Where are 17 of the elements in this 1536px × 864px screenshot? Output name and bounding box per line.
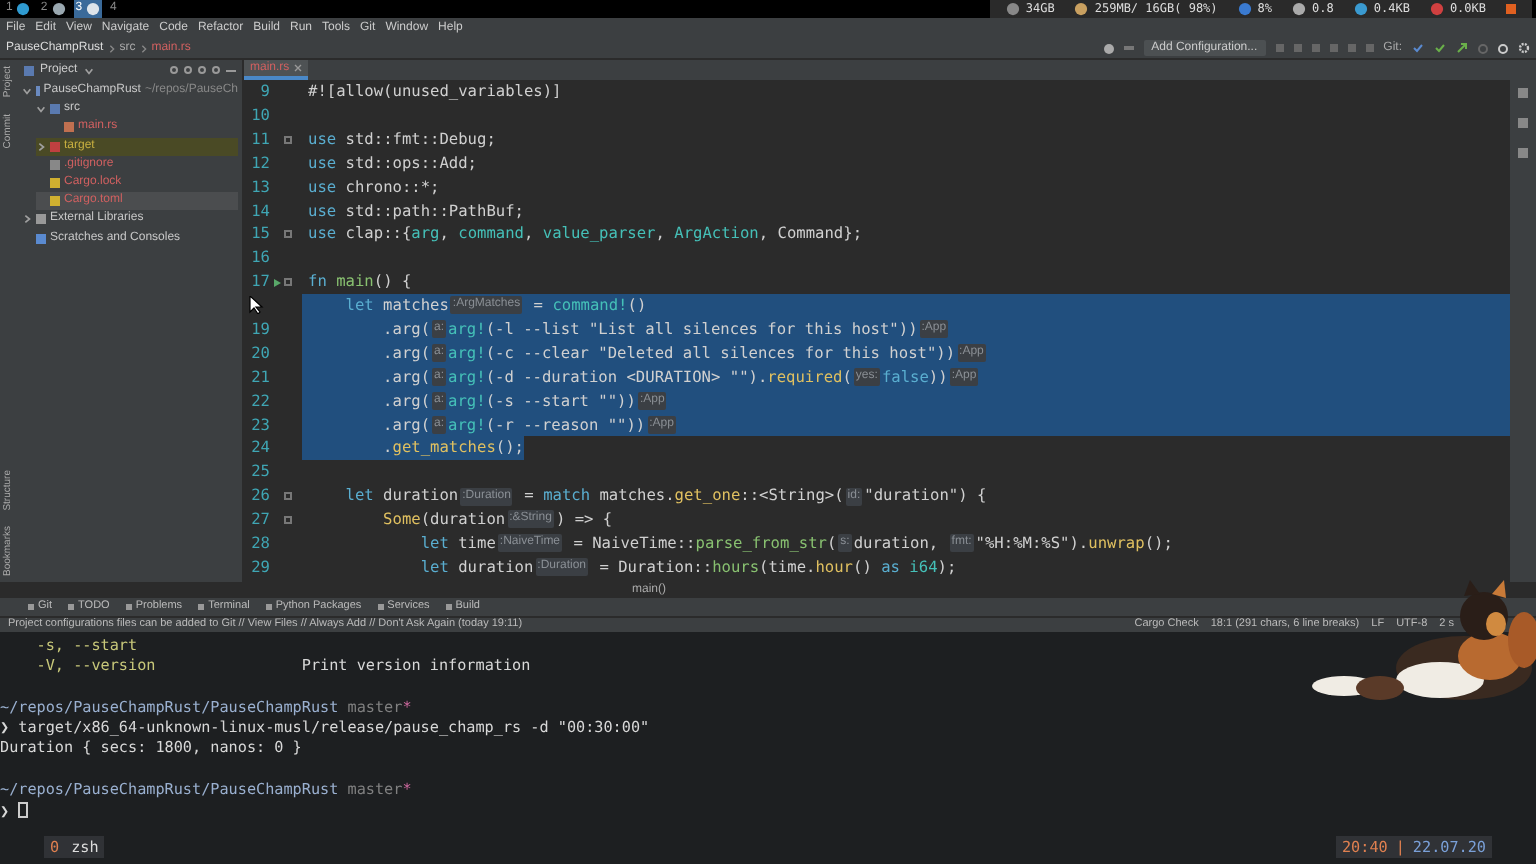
arrow-icon[interactable]: [1456, 42, 1468, 54]
minimize-icon[interactable]: [226, 69, 236, 71]
chevron-icon: [139, 43, 148, 53]
fold-icon[interactable]: [283, 492, 291, 501]
fold-icon[interactable]: [283, 515, 291, 524]
fold-icon[interactable]: [283, 278, 291, 287]
fold-icon[interactable]: [283, 230, 291, 239]
chevron-icon[interactable]: [36, 141, 46, 152]
dropdown-icon[interactable]: [83, 65, 94, 75]
chevron-icon[interactable]: [22, 86, 32, 97]
chevron-icon[interactable]: [22, 214, 32, 225]
chevron-icon: [107, 43, 116, 53]
chevron-icon[interactable]: [36, 104, 46, 115]
tray-icon: [1506, 4, 1516, 14]
close-icon[interactable]: [293, 64, 302, 72]
fold-icon[interactable]: [283, 135, 291, 144]
run-icon[interactable]: [271, 277, 281, 288]
